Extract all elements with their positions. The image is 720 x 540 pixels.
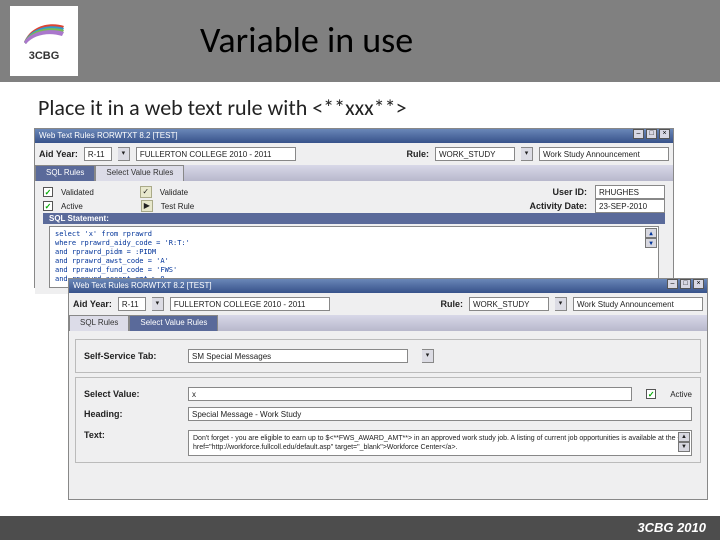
user-id-field: RHUGHES	[595, 185, 665, 199]
key-block: Aid Year: R-11 ▾ FULLERTON COLLEGE 2010 …	[35, 143, 673, 165]
rule-label: Rule:	[407, 149, 430, 159]
scroll-down-icon[interactable]: ▼	[678, 442, 690, 452]
tab-sql-rules[interactable]: SQL Rules	[69, 315, 129, 331]
close-icon[interactable]: ×	[693, 279, 704, 289]
aid-year-dropdown-icon[interactable]: ▾	[152, 297, 164, 311]
sql-line: select 'x' from rprawrd	[55, 230, 653, 239]
window-title: Web Text Rules RORWTXT 8.2 [TEST]	[39, 129, 178, 143]
self-service-tab-dropdown-icon[interactable]: ▾	[422, 349, 434, 363]
aid-year-label: Aid Year:	[39, 149, 78, 159]
sql-line: where rprawrd_aidy_code = 'R:T:'	[55, 239, 653, 248]
footer: 3CBG 2010	[0, 516, 720, 540]
tabs: SQL Rules Select Value Rules	[69, 315, 707, 331]
validate-label: Validate	[160, 188, 188, 197]
window-select-value-rules: Web Text Rules RORWTXT 8.2 [TEST] – □ × …	[68, 278, 708, 500]
minimize-icon[interactable]: –	[667, 279, 678, 289]
scroll-up-icon[interactable]: ▲	[645, 228, 657, 238]
text-label: Text:	[84, 430, 174, 440]
test-rule-label: Test Rule	[161, 202, 194, 211]
close-icon[interactable]: ×	[659, 129, 670, 139]
aid-year-dropdown-icon[interactable]: ▾	[118, 147, 130, 161]
validate-button-icon[interactable]: ✓	[140, 186, 152, 198]
slide-title: Variable in use	[200, 18, 413, 62]
sql-line: and rprawrd_fund_code = 'FWS'	[55, 266, 653, 275]
rule-label: Rule:	[441, 299, 464, 309]
tab-select-value-rules[interactable]: Select Value Rules	[129, 315, 218, 331]
self-service-tab-field[interactable]: SM Special Messages	[188, 349, 408, 363]
tab-sql-rules[interactable]: SQL Rules	[35, 165, 95, 181]
minimize-icon[interactable]: –	[633, 129, 644, 139]
logo-text: 3CBG	[29, 50, 60, 62]
sql-statement-heading: SQL Statement:	[43, 213, 665, 224]
maximize-icon[interactable]: □	[646, 129, 657, 139]
rule-code-field[interactable]: WORK_STUDY	[469, 297, 549, 311]
text-value: Don't forget - you are eligible to earn …	[193, 435, 685, 451]
footer-text: 3CBG 2010	[637, 520, 706, 535]
select-value-label: Select Value:	[84, 389, 174, 399]
select-value-panel: Self-Service Tab: SM Special Messages ▾ …	[69, 331, 707, 471]
aid-year-desc-field: FULLERTON COLLEGE 2010 - 2011	[136, 147, 296, 161]
rule-dropdown-icon[interactable]: ▾	[555, 297, 567, 311]
tabs: SQL Rules Select Value Rules	[35, 165, 673, 181]
aid-year-code-field[interactable]: R-11	[118, 297, 146, 311]
active-label: Active	[670, 390, 692, 399]
self-service-tab-section: Self-Service Tab: SM Special Messages ▾	[75, 339, 701, 373]
rule-desc-field: Work Study Announcement	[573, 297, 703, 311]
titlebar[interactable]: Web Text Rules RORWTXT 8.2 [TEST] – □ ×	[35, 129, 673, 143]
validated-checkbox[interactable]	[43, 187, 53, 197]
activity-date-field: 23-SEP-2010	[595, 199, 665, 213]
self-service-tab-label: Self-Service Tab:	[84, 351, 174, 361]
aid-year-desc-field: FULLERTON COLLEGE 2010 - 2011	[170, 297, 330, 311]
heading-field[interactable]: Special Message - Work Study	[188, 407, 692, 421]
rule-dropdown-icon[interactable]: ▾	[521, 147, 533, 161]
rule-code-field[interactable]: WORK_STUDY	[435, 147, 515, 161]
user-id-label: User ID:	[552, 187, 587, 197]
slide-subtitle: Place it in a web text rule with <**xxx*…	[38, 94, 407, 121]
tab-select-value-rules[interactable]: Select Value Rules	[95, 165, 184, 181]
heading-label: Heading:	[84, 409, 174, 419]
active-checkbox[interactable]	[43, 201, 53, 211]
aid-year-label: Aid Year:	[73, 299, 112, 309]
titlebar[interactable]: Web Text Rules RORWTXT 8.2 [TEST] – □ ×	[69, 279, 707, 293]
window-title: Web Text Rules RORWTXT 8.2 [TEST]	[73, 279, 212, 293]
rule-desc-field: Work Study Announcement	[539, 147, 669, 161]
flag-icon	[22, 20, 66, 48]
scroll-down-icon[interactable]: ▼	[645, 238, 657, 248]
aid-year-code-field[interactable]: R-11	[84, 147, 112, 161]
select-value-field[interactable]: x	[188, 387, 632, 401]
active-label: Active	[61, 202, 83, 211]
logo: 3CBG	[10, 6, 78, 76]
sql-line: and rprawrd_awst_code = 'A'	[55, 257, 653, 266]
validated-label: Validated	[61, 188, 94, 197]
scroll-up-icon[interactable]: ▲	[678, 432, 690, 442]
text-field[interactable]: Don't forget - you are eligible to earn …	[188, 430, 692, 456]
window-sql-rules: Web Text Rules RORWTXT 8.2 [TEST] – □ × …	[34, 128, 674, 288]
activity-date-label: Activity Date:	[529, 201, 587, 211]
value-section: Select Value: x Active Heading: Special …	[75, 377, 701, 463]
sql-line: and rprawrd_pidm = :PIDM	[55, 248, 653, 257]
key-block: Aid Year: R-11 ▾ FULLERTON COLLEGE 2010 …	[69, 293, 707, 315]
maximize-icon[interactable]: □	[680, 279, 691, 289]
active-checkbox[interactable]	[646, 389, 656, 399]
test-rule-button-icon[interactable]: ▶	[141, 200, 153, 212]
